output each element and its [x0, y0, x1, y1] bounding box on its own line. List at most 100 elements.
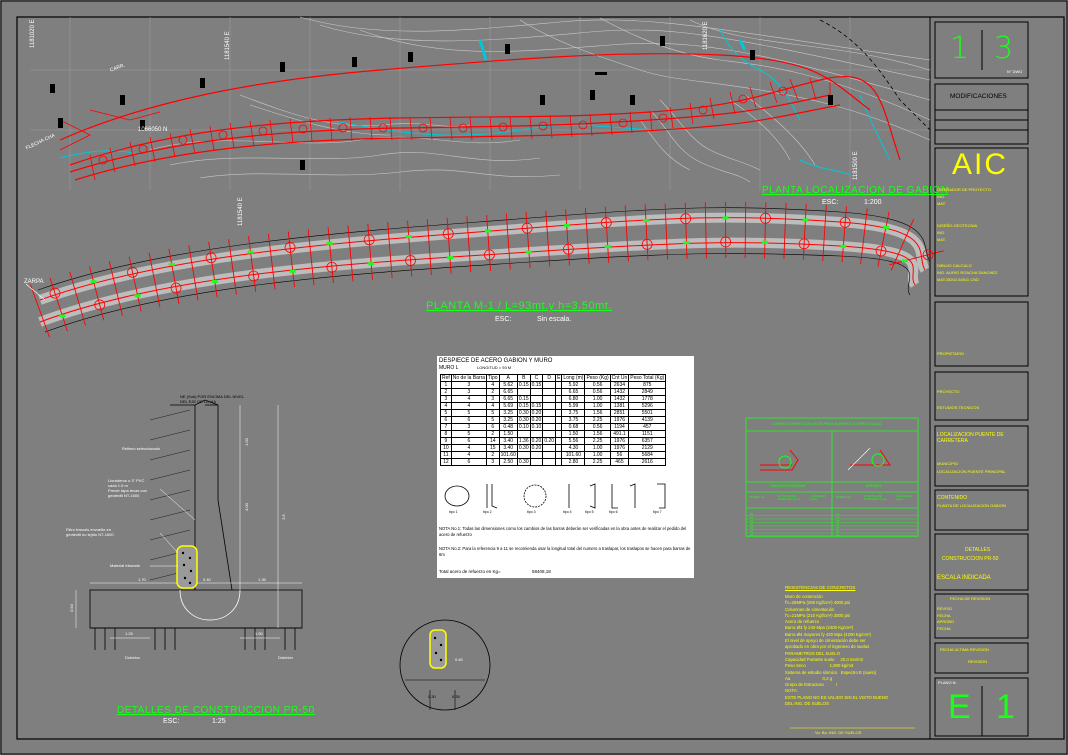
- table-cell: 1778: [628, 395, 667, 403]
- lloradero-label: Lloraderos o 3" PVC cada 1.5 m Prever tapa…: [108, 478, 147, 498]
- table-cell: 1.56: [584, 430, 611, 438]
- table-cell: 4: [486, 402, 500, 410]
- plan-rebar-tick: [604, 206, 610, 263]
- plan-rebar-tick: [307, 229, 315, 286]
- table-cell: 0.30: [516, 409, 531, 417]
- tb-modificaciones: MODIFICACIONES: [950, 93, 1007, 100]
- water-lines: [59, 29, 891, 176]
- hook-drawings: [760, 447, 891, 471]
- plan-green-mark: [683, 241, 690, 245]
- detail-dim-3: 0.35: [452, 694, 460, 699]
- table-cell: 15: [486, 444, 500, 452]
- hooks-head-2: D CUPLA DE DOBLADO (mm): [778, 494, 801, 501]
- plan-rebar-tick: [584, 207, 590, 264]
- hooks-sub-left: GANCHO ESTANDAR: [770, 484, 806, 488]
- table-cell: 14: [486, 437, 500, 445]
- plan-rebar-tick: [248, 236, 257, 292]
- plan-rebar-tick: [208, 241, 218, 298]
- plan-rebar-tick: [367, 223, 373, 280]
- table-cell: 0.68: [561, 423, 586, 431]
- rebar-subtitle-b: LONGITUD = 93 M: [477, 365, 512, 370]
- coord-label: 1181020 E: [30, 19, 36, 48]
- table-cell: 5.62: [498, 381, 518, 389]
- rebar-shape-label: tipo 2: [483, 510, 492, 514]
- plan-green-mark: [642, 218, 649, 222]
- plan-rebar-tick: [624, 205, 629, 262]
- table-cell: 1.00: [584, 451, 611, 459]
- table-cell: 1.00: [584, 395, 611, 403]
- plan-rebar-tick: [783, 202, 787, 259]
- dim-9: 1.50: [255, 631, 263, 636]
- plan-green-mark: [405, 235, 412, 239]
- table-cell: 0.56: [584, 381, 611, 389]
- table-cell: 2.25: [584, 416, 611, 424]
- table-cell: 491.1: [609, 430, 630, 438]
- table-cell: 1151: [628, 430, 667, 438]
- dim-1: 1.00: [243, 438, 249, 446]
- tb-box-2a: PROYECTO: [937, 389, 960, 394]
- table-cell: 5.56: [561, 437, 586, 445]
- plan-rebar-tick: [407, 220, 413, 277]
- rebar-note-1: NOTA No.1: Todas las dimensiones como lo…: [439, 526, 687, 537]
- table-cell: 0.20: [529, 409, 544, 417]
- plan-green-mark: [882, 225, 889, 229]
- table-cell: 1194: [609, 423, 630, 431]
- plan-rebar-tick: [347, 225, 354, 282]
- table-cell: 3: [450, 423, 488, 431]
- table-cell: 3: [440, 395, 452, 403]
- plan-green-mark: [368, 262, 375, 266]
- table-cell: 1976: [609, 416, 630, 424]
- plan-rebar-tick: [128, 256, 142, 312]
- table-cell: [542, 409, 557, 417]
- plan-rebar-tick: [188, 245, 199, 301]
- relleno-label: Relleno seleccionado: [122, 446, 161, 451]
- table-cell: [516, 430, 531, 438]
- table-cell: 8: [440, 430, 452, 438]
- section-scale-prefix: ESC:: [163, 718, 180, 725]
- rebar-header-cell: Peso (Kg): [584, 374, 611, 382]
- table-cell: 3: [486, 458, 500, 466]
- table-cell: 6: [450, 458, 488, 466]
- table-cell: 5296: [628, 402, 667, 410]
- table-row: 4 4 4 5.69 0.15 0.15 5.99 1.00 1381 5296: [440, 402, 667, 410]
- dim-6: 1.35: [258, 577, 266, 582]
- plan-rebar-tick: [684, 202, 688, 259]
- table-cell: 12: [440, 458, 452, 466]
- rebar-schedule: DESPIECE DE ACERO GABION Y MURO MURO L L…: [437, 356, 694, 578]
- table-cell: 0.20: [529, 416, 544, 424]
- rebar-header-cell: B: [516, 374, 531, 382]
- rebar-shape-label: tipo 4: [563, 510, 572, 514]
- plan-scale-prefix: ESC:: [495, 316, 512, 323]
- rebar-header-cell: Long (m): [561, 374, 586, 382]
- plan-rebar-tick: [525, 212, 531, 269]
- table-row: 7 3 6 0.48 0.10 0.10 0.68 0.56 1194 457: [440, 423, 667, 431]
- map-scale-prefix: ESC:: [822, 199, 839, 206]
- table-cell: 5.99: [561, 402, 586, 410]
- spec-line: Sistema de estudio sísmico Espectro E (s…: [785, 669, 877, 675]
- table-cell: 5.69: [498, 402, 518, 410]
- section-detail: [89, 399, 303, 650]
- map-boundary: [819, 19, 931, 131]
- detail-dim-1: 0.40: [455, 657, 463, 662]
- plan-rebar-tick: [860, 208, 868, 265]
- table-cell: [542, 381, 557, 389]
- tb-dwg-label: N° DWG: [1007, 69, 1023, 74]
- table-cell: 4: [450, 444, 488, 452]
- table-cell: 1.50: [498, 430, 518, 438]
- table-cell: 6: [486, 423, 500, 431]
- coord-label-north: 1066050 N: [138, 127, 168, 133]
- plan-rebar-tick: [664, 203, 668, 260]
- dowel-left: Dobelon: [125, 655, 140, 660]
- plan-rebar-tick: [89, 266, 105, 321]
- table-cell: 4: [450, 395, 488, 403]
- rebar-header-cell: Peso Total (Kg): [628, 374, 667, 382]
- table-cell: 4: [450, 402, 488, 410]
- plan-rebar-tick: [744, 201, 747, 258]
- plan-rebar-tick: [267, 233, 276, 290]
- dim-8: 1.25: [125, 631, 133, 636]
- section-scale: 1:25: [212, 718, 226, 725]
- tb-box-8a: PLANO N.: [938, 680, 957, 685]
- plan-rebar-tick: [69, 271, 86, 326]
- plan-green-mark: [446, 256, 453, 260]
- table-cell: 0.30: [516, 444, 531, 452]
